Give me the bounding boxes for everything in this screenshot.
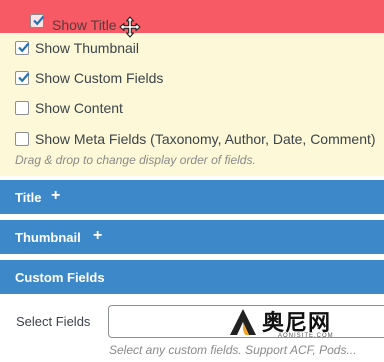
select-fields-label: Select Fields bbox=[16, 314, 91, 329]
show-custom-fields-checkbox[interactable] bbox=[15, 71, 30, 85]
section-title-label: Title bbox=[15, 190, 42, 205]
section-thumbnail-label: Thumbnail bbox=[15, 230, 81, 245]
fields-order-panel: Show Title Show Thumbnail Show Custom Fi… bbox=[0, 0, 384, 176]
select-fields-description: Select any custom fields. Support ACF, P… bbox=[109, 343, 357, 357]
show-title-label: Show Title bbox=[52, 17, 117, 33]
show-meta-fields-checkbox[interactable] bbox=[15, 132, 29, 146]
field-option-meta-fields[interactable]: Show Meta Fields (Taxonomy, Author, Date… bbox=[0, 129, 384, 149]
checkmark-icon bbox=[18, 42, 30, 53]
show-content-label: Show Content bbox=[35, 100, 123, 116]
field-option-custom-fields[interactable]: Show Custom Fields bbox=[0, 68, 384, 88]
plus-icon[interactable]: + bbox=[51, 187, 60, 205]
show-thumbnail-label: Show Thumbnail bbox=[35, 40, 140, 56]
logo-mark-icon bbox=[230, 309, 256, 335]
show-custom-fields-label: Show Custom Fields bbox=[35, 70, 164, 86]
drag-drop-hint: Drag & drop to change display order of f… bbox=[15, 153, 256, 167]
watermark-logo: 奥尼网 AONISITE.COM bbox=[228, 305, 378, 345]
section-title[interactable]: Title + bbox=[0, 180, 384, 214]
dragging-field-row[interactable]: Show Title bbox=[0, 0, 384, 38]
plus-icon[interactable]: + bbox=[93, 227, 102, 245]
checkmark-icon bbox=[18, 72, 30, 83]
checkmark-icon bbox=[33, 15, 45, 26]
show-thumbnail-checkbox[interactable] bbox=[15, 41, 30, 55]
show-title-checkbox[interactable] bbox=[30, 14, 45, 28]
show-meta-fields-label: Show Meta Fields (Taxonomy, Author, Date… bbox=[35, 131, 376, 147]
field-option-content[interactable]: Show Content bbox=[0, 98, 384, 118]
field-option-thumbnail[interactable]: Show Thumbnail bbox=[0, 38, 384, 58]
section-custom-fields[interactable]: Custom Fields bbox=[0, 260, 384, 294]
section-custom-fields-label: Custom Fields bbox=[15, 270, 105, 285]
move-icon bbox=[119, 16, 141, 38]
section-thumbnail[interactable]: Thumbnail + bbox=[0, 220, 384, 254]
watermark-subtext: AONISITE.COM bbox=[278, 333, 334, 339]
show-content-checkbox[interactable] bbox=[15, 101, 29, 115]
